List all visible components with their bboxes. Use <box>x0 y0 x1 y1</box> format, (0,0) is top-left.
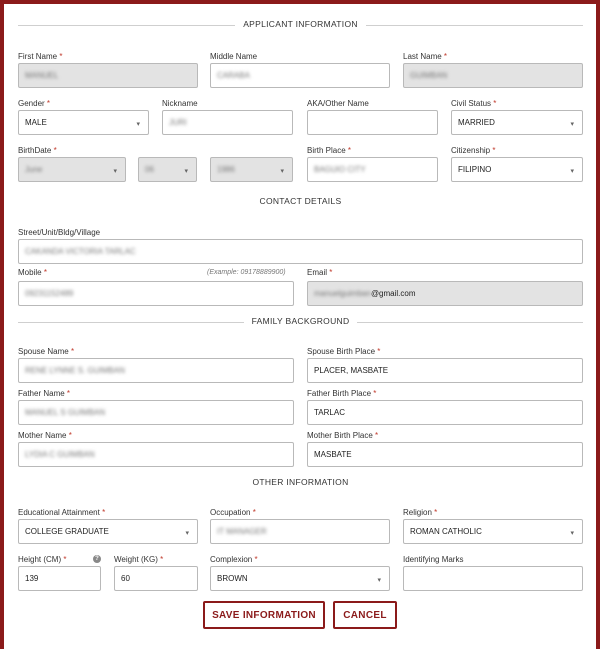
chevron-down-icon: ▾ <box>570 121 574 128</box>
save-information-button[interactable]: SAVE INFORMATION <box>203 601 325 629</box>
religion-label: Religion * <box>403 508 438 517</box>
spouse-birth-place-label: Spouse Birth Place * <box>307 347 381 356</box>
identifying-marks-field[interactable] <box>403 566 583 591</box>
chevron-down-icon: ▾ <box>377 577 381 584</box>
father-name-field[interactable]: MANUEL S GUIMBAN <box>18 400 294 425</box>
birth-place-field[interactable]: BAGUIO CITY <box>307 157 438 182</box>
complexion-select[interactable]: BROWN ▾ <box>210 566 390 591</box>
education-select[interactable]: COLLEGE GRADUATE ▾ <box>18 519 198 544</box>
cancel-button[interactable]: CANCEL <box>333 601 397 629</box>
middle-name-field[interactable]: CARABA <box>210 63 390 88</box>
mobile-label: Mobile * <box>18 268 47 277</box>
mother-name-field[interactable]: LYDIA C GUIMBAN <box>18 442 294 467</box>
email-label: Email * <box>307 268 333 277</box>
father-birth-place-label: Father Birth Place * <box>307 389 377 398</box>
identifying-marks-label: Identifying Marks <box>403 555 464 564</box>
gender-label: Gender * <box>18 99 51 108</box>
occupation-field[interactable]: IT MANAGER <box>210 519 390 544</box>
question-circle-icon[interactable]: ? <box>93 555 101 563</box>
section-family-title: FAMILY BACKGROUND <box>18 316 583 328</box>
chevron-down-icon: ▾ <box>570 168 574 175</box>
chevron-down-icon: ▾ <box>185 530 189 537</box>
religion-select[interactable]: ROMAN CATHOLIC ▾ <box>403 519 583 544</box>
birth-year-select[interactable]: 1986 ▾ <box>210 157 293 182</box>
citizenship-label: Citizenship * <box>451 146 496 155</box>
birthdate-label: BirthDate * <box>18 146 57 155</box>
section-other-title: OTHER INFORMATION <box>18 477 583 489</box>
aka-field[interactable] <box>307 110 438 135</box>
first-name-field[interactable]: MANUEL <box>18 63 198 88</box>
civil-status-label: Civil Status * <box>451 99 497 108</box>
height-label: Height (CM) * <box>18 555 67 564</box>
email-field[interactable]: manuelguimban @gmail.com <box>307 281 583 306</box>
nickname-label: Nickname <box>162 99 198 108</box>
chevron-down-icon: ▾ <box>184 168 188 175</box>
weight-field[interactable]: 60 <box>114 566 198 591</box>
birth-month-select[interactable]: June ▾ <box>18 157 126 182</box>
father-name-label: Father Name * <box>18 389 71 398</box>
mother-birth-place-label: Mother Birth Place * <box>307 431 379 440</box>
occupation-label: Occupation * <box>210 508 256 517</box>
mobile-hint: (Example: 09178889900) <box>207 269 286 276</box>
section-family-label: FAMILY BACKGROUND <box>243 316 358 326</box>
education-label: Educational Attainment * <box>18 508 106 517</box>
chevron-down-icon: ▾ <box>280 168 284 175</box>
gender-select[interactable]: MALE ▾ <box>18 110 149 135</box>
middle-name-label: Middle Name <box>210 52 258 61</box>
mother-name-label: Mother Name * <box>18 431 72 440</box>
birth-day-select[interactable]: 06 ▾ <box>138 157 197 182</box>
father-birth-place-field[interactable]: TARLAC <box>307 400 583 425</box>
aka-label: AKA/Other Name <box>307 99 369 108</box>
mother-birth-place-field[interactable]: MASBATE <box>307 442 583 467</box>
spouse-name-label: Spouse Name * <box>18 347 75 356</box>
nickname-field[interactable]: JURI <box>162 110 293 135</box>
citizenship-select[interactable]: FILIPINO ▾ <box>451 157 583 182</box>
first-name-label: First Name * <box>18 52 63 61</box>
civil-status-select[interactable]: MARRIED ▾ <box>451 110 583 135</box>
complexion-label: Complexion * <box>210 555 258 564</box>
last-name-field[interactable]: GUIMBAN <box>403 63 583 88</box>
height-field[interactable]: 139 <box>18 566 101 591</box>
street-field[interactable]: CAKANDA VICTORIA TARLAC <box>18 239 583 264</box>
spouse-name-field[interactable]: RENE LYNNE S. GUIMBAN <box>18 358 294 383</box>
chevron-down-icon: ▾ <box>136 121 140 128</box>
section-contact-label: CONTACT DETAILS <box>251 196 350 206</box>
birth-place-label: Birth Place * <box>307 146 352 155</box>
street-label: Street/Unit/Bldg/Village <box>18 228 101 237</box>
weight-label: Weight (KG) * <box>114 555 164 564</box>
mobile-field[interactable]: 09231152489 <box>18 281 294 306</box>
section-applicant-title: APPLICANT INFORMATION <box>18 19 583 31</box>
section-other-label: OTHER INFORMATION <box>244 477 357 487</box>
section-contact-title: CONTACT DETAILS <box>18 196 583 208</box>
chevron-down-icon: ▾ <box>113 168 117 175</box>
spouse-birth-place-field[interactable]: PLACER, MASBATE <box>307 358 583 383</box>
last-name-label: Last Name * <box>403 52 448 61</box>
section-applicant-label: APPLICANT INFORMATION <box>235 19 366 29</box>
chevron-down-icon: ▾ <box>570 530 574 537</box>
